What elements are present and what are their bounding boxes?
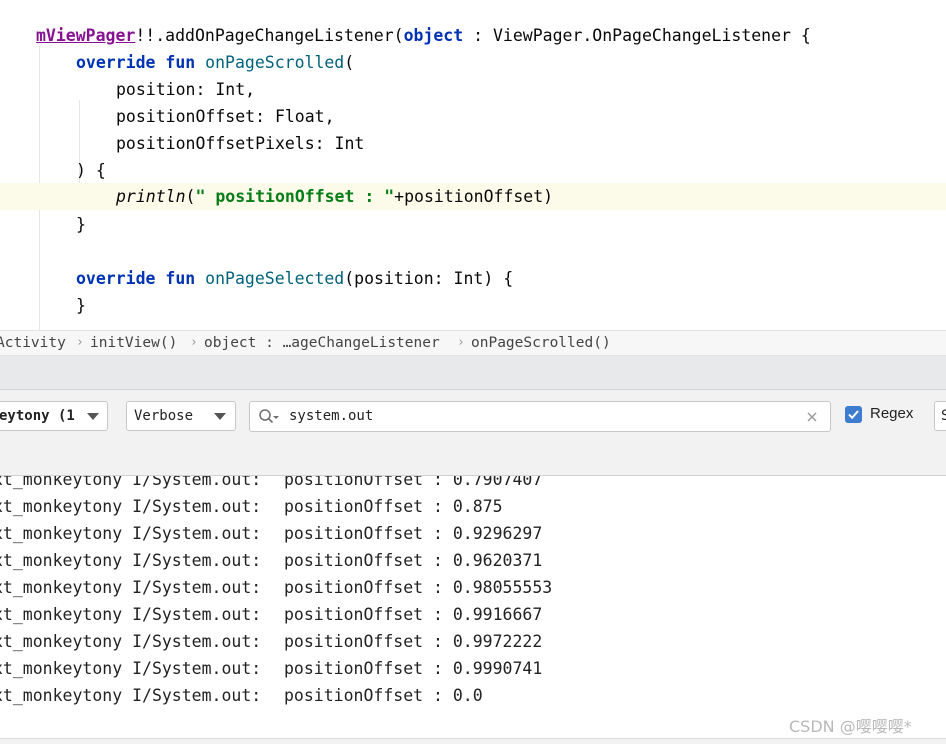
logcat-toolbar: eytony (1 Verbose system.out Regex S: [0, 390, 946, 476]
breadcrumb-item-onpagescrolled[interactable]: onPageScrolled(): [471, 331, 611, 355]
device-select[interactable]: eytony (1: [0, 401, 108, 431]
log-level-select[interactable]: Verbose: [126, 401, 236, 431]
logcat-header: [0, 356, 946, 390]
code-line-1: mViewPager!!.addOnPageChangeListener(obj…: [36, 26, 811, 45]
dropdown-arrow-icon: [87, 413, 99, 420]
code-line-10: }: [76, 296, 86, 315]
filter-select[interactable]: S: [934, 401, 946, 431]
clear-icon[interactable]: [806, 411, 818, 423]
code-editor[interactable]: mViewPager!!.addOnPageChangeListener(obj…: [0, 0, 946, 330]
logcat-output[interactable]: xt_monkeytony I/System.out: positionOffse…: [0, 476, 946, 738]
log-search-field[interactable]: system.out: [249, 401, 831, 432]
check-icon: [848, 410, 859, 420]
chevron-right-icon: ›: [457, 335, 465, 350]
breadcrumb-item-object[interactable]: object : …ageChangeListener: [204, 331, 440, 355]
breadcrumb-item-initview[interactable]: initView(): [90, 331, 177, 355]
code-line-7: println(" positionOffset : "+positionOff…: [116, 187, 554, 206]
regex-label[interactable]: Regex: [870, 403, 913, 425]
status-bar: [0, 738, 946, 744]
regex-checkbox[interactable]: [845, 406, 862, 423]
search-icon: [259, 409, 279, 424]
code-line-8: }: [76, 215, 86, 234]
code-line-6: ) {: [76, 161, 106, 180]
code-line-9: override fun onPageSelected(position: In…: [76, 269, 514, 288]
device-select-label: eytony (1: [0, 408, 75, 424]
search-input[interactable]: system.out: [289, 402, 373, 430]
view-pager-ref[interactable]: mViewPager: [36, 26, 135, 45]
chevron-right-icon: ›: [76, 335, 84, 350]
breadcrumb: Activity › initView() › object : …ageCha…: [0, 330, 946, 356]
watermark: CSDN @嘤嘤嘤*: [789, 717, 912, 736]
log-level-label: Verbose: [134, 408, 194, 424]
code-line-5: positionOffsetPixels: Int: [116, 134, 365, 153]
code-line-2: override fun onPageScrolled(: [76, 53, 355, 72]
chevron-right-icon: ›: [190, 335, 198, 350]
code-line-3: position: Int,: [116, 80, 256, 99]
breadcrumb-item-activity[interactable]: Activity: [0, 331, 66, 355]
dropdown-arrow-icon: [214, 413, 226, 420]
code-line-4: positionOffset: Float,: [116, 107, 335, 126]
